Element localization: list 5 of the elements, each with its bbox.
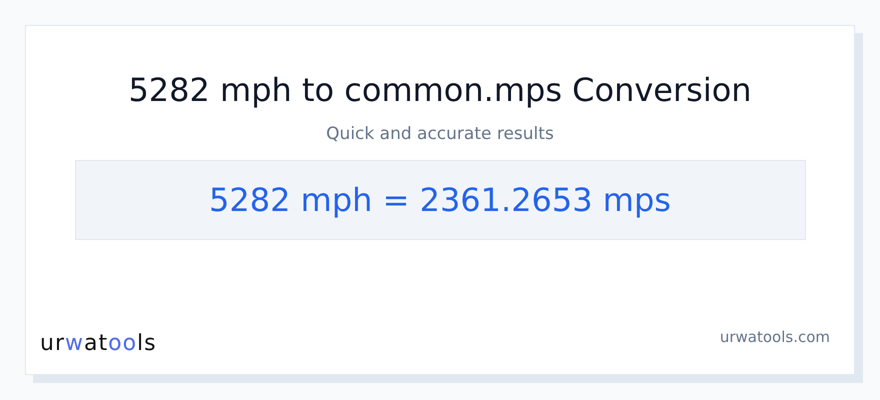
subtitle: Quick and accurate results [326, 124, 554, 144]
result-text: 5282 mph = 2361.2653 mps [209, 181, 671, 219]
site-url: urwatools.com [720, 328, 830, 346]
logo: urwatools [40, 331, 157, 356]
page-title: 5282 mph to common.mps Conversion [128, 70, 752, 110]
